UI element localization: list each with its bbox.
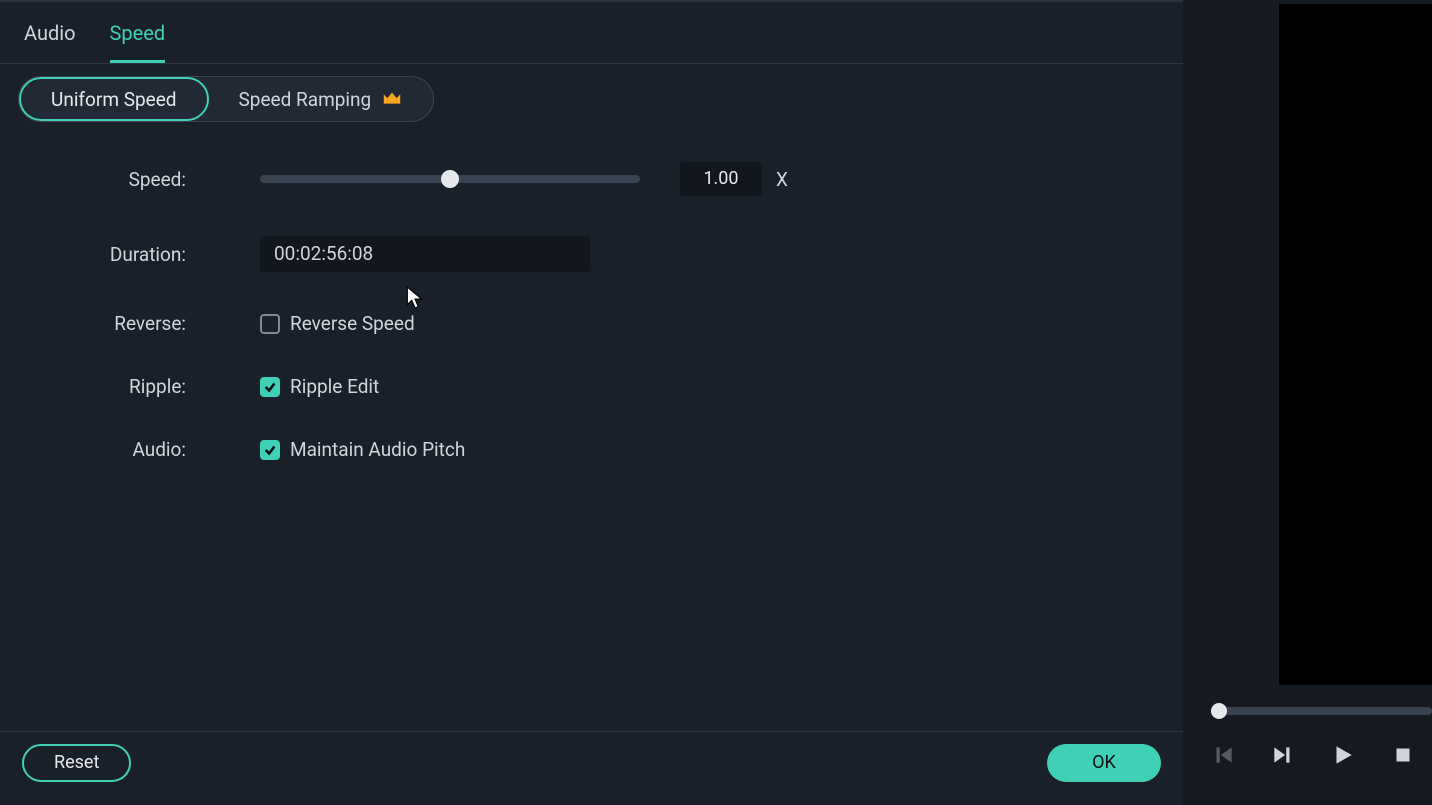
speed-mode-selector: Uniform Speed Speed Ramping [0, 64, 1183, 122]
speed-settings-panel: Audio Speed Uniform Speed Speed Ramping … [0, 0, 1183, 805]
reverse-speed-checkbox-label: Reverse Speed [290, 312, 415, 335]
ripple-edit-checkbox-label: Ripple Edit [290, 375, 379, 398]
play-button[interactable] [1327, 739, 1359, 771]
crown-icon [381, 88, 403, 110]
maintain-audio-pitch-checkbox-label: Maintain Audio Pitch [290, 438, 465, 461]
preview-panel [1183, 0, 1432, 805]
step-forward-button[interactable] [1267, 739, 1299, 771]
reverse-label: Reverse: [20, 312, 260, 335]
reset-button[interactable]: Reset [22, 744, 131, 782]
preview-viewport [1279, 4, 1432, 685]
ripple-label: Ripple: [20, 375, 260, 398]
maintain-audio-pitch-checkbox[interactable]: Maintain Audio Pitch [260, 438, 465, 461]
reverse-speed-checkbox[interactable]: Reverse Speed [260, 312, 415, 335]
audio-label: Audio: [20, 438, 260, 461]
speed-unit: X [776, 168, 788, 191]
transport-controls [1207, 739, 1419, 771]
step-back-button[interactable] [1207, 739, 1239, 771]
preview-scrubber[interactable] [1215, 707, 1432, 715]
dialog-footer: Reset OK [0, 731, 1183, 793]
mode-speed-ramping[interactable]: Speed Ramping [209, 77, 434, 121]
speed-slider[interactable] [260, 175, 640, 183]
ripple-edit-checkbox[interactable]: Ripple Edit [260, 375, 379, 398]
scrubber-thumb[interactable] [1211, 703, 1227, 719]
top-tabs: Audio Speed [0, 2, 1183, 64]
speed-label: Speed: [20, 168, 260, 191]
tab-audio[interactable]: Audio [24, 3, 76, 63]
ok-button[interactable]: OK [1047, 744, 1161, 782]
tab-speed[interactable]: Speed [110, 3, 166, 63]
duration-label: Duration: [20, 243, 260, 266]
mode-speed-ramping-label: Speed Ramping [239, 88, 372, 111]
stop-button[interactable] [1387, 739, 1419, 771]
speed-value-input[interactable]: 1.00 [680, 162, 762, 196]
mode-uniform-speed[interactable]: Uniform Speed [19, 77, 209, 121]
speed-slider-thumb[interactable] [441, 170, 459, 188]
duration-input[interactable]: 00:02:56:08 [260, 236, 590, 272]
